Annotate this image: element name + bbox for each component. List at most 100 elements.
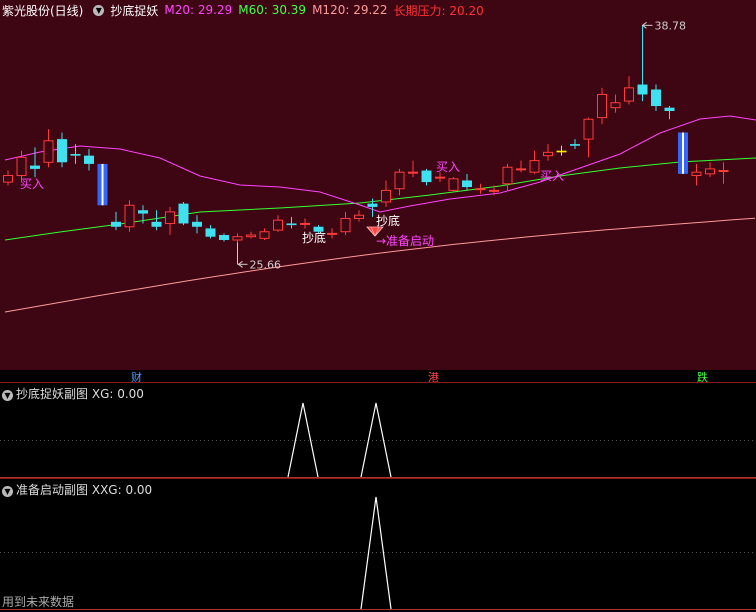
candle-highlight: [101, 163, 104, 206]
buy-signal-2: 买入: [436, 160, 460, 174]
candle: [381, 180, 391, 207]
candle-body: [273, 219, 283, 231]
candle-body: [489, 189, 499, 192]
candle: [192, 215, 202, 234]
ma120-line: [4, 217, 756, 313]
candle: [3, 170, 13, 186]
candle: [354, 210, 364, 222]
candle-body: [448, 178, 459, 191]
candle: [219, 233, 229, 242]
sub1-header: ▼ 抄底捉妖副图 XG: 0.00: [2, 385, 144, 402]
candle: [597, 87, 607, 125]
candle-body: [111, 221, 121, 227]
candle-body: [192, 221, 202, 227]
sub1-value: XG: 0.00: [91, 387, 144, 401]
m60-value: M60: 30.39: [238, 3, 307, 17]
ma20-line: [4, 115, 756, 213]
sub2-title[interactable]: 准备启动副图: [16, 483, 88, 497]
candle: [475, 183, 486, 194]
candle: [273, 215, 283, 232]
candle-body: [84, 155, 94, 164]
candle-body: [624, 87, 634, 102]
bottom-signal-2: 抄底: [376, 213, 400, 228]
candle-body: [259, 231, 270, 239]
candle-body: [394, 171, 405, 190]
candle-body: [543, 151, 553, 157]
candle: [610, 94, 621, 113]
candle: [637, 25, 648, 102]
candle-body: [502, 166, 513, 185]
candle: [394, 168, 405, 196]
candle: [705, 162, 715, 178]
candle-body: [205, 228, 216, 237]
sub1-settings-icon[interactable]: ▼: [2, 390, 13, 401]
candle-body: [246, 234, 256, 238]
candle: [718, 162, 729, 184]
main-chart-panel[interactable]: 38.78 25.66 买入 买入 买入 抄底 抄底 →准备启动 紫光股份(日线) ▼ 抄底捉…: [0, 0, 756, 370]
settings-icon[interactable]: ▼: [93, 4, 105, 16]
candle: [556, 145, 567, 156]
candle: [340, 211, 351, 236]
candle: [651, 84, 661, 111]
candle-body: [178, 203, 189, 224]
candle-body: [570, 144, 580, 146]
sub-panel-xg[interactable]: ▼ 抄底捉妖副图 XG: 0.00: [0, 383, 756, 479]
sub-panel-xxg[interactable]: ▼ 准备启动副图 XXG: 0.00: [0, 479, 756, 612]
chart-header: 紫光股份(日线) ▼ 抄底捉妖 M20: 29.29 M60: 30.39 M1…: [0, 0, 490, 20]
m120-value: M120: 29.22: [312, 3, 388, 17]
candle: [529, 150, 540, 174]
candle-body: [43, 140, 54, 163]
candle-body: [165, 211, 175, 224]
candle-body: [516, 168, 526, 171]
candlestick-chart[interactable]: 38.7825.66买入买入买入抄底抄底→准备启动: [0, 0, 756, 370]
candle-body: [3, 175, 13, 183]
candle-blue-signal: [97, 163, 108, 206]
candle: [543, 144, 553, 161]
candle-body: [57, 139, 67, 163]
candle-body: [664, 107, 675, 111]
sub1-title[interactable]: 抄底捉妖副图: [16, 387, 88, 401]
candle: [583, 117, 594, 158]
candle-body: [691, 171, 702, 176]
candle-blue-signal: [678, 132, 688, 174]
candle-body: [138, 210, 148, 214]
candle-body: [300, 222, 310, 225]
candle-body: [597, 93, 607, 119]
candle-body: [219, 235, 229, 240]
candle-body: [408, 171, 418, 174]
bottom-signal-1: 抄底: [302, 230, 326, 245]
candle-body: [462, 180, 472, 188]
candle-body: [529, 160, 540, 173]
candle: [286, 216, 297, 229]
candle: [178, 201, 189, 226]
candle-body: [718, 170, 729, 173]
candle: [664, 106, 675, 120]
sub2-settings-icon[interactable]: ▼: [2, 486, 13, 497]
candle-body: [340, 218, 351, 233]
footer-note: 用到未来数据: [2, 595, 75, 609]
candle: [57, 132, 67, 168]
m20-value: M20: 29.29: [164, 3, 233, 17]
candle-body: [705, 168, 715, 175]
candle: [462, 173, 472, 191]
candle-body: [637, 84, 648, 95]
candle-highlight: [682, 132, 684, 174]
candle: [300, 218, 310, 229]
sub2-header: ▼ 准备启动副图 XXG: 0.00: [2, 481, 152, 498]
candle-body: [232, 236, 243, 241]
candle: [43, 129, 54, 168]
candle-body: [327, 232, 337, 235]
candle: [408, 160, 418, 178]
candle: [502, 163, 513, 191]
candle: [246, 231, 256, 239]
long-pressure-value: 长期压力: 20.20: [393, 3, 484, 18]
candle-body: [556, 150, 567, 153]
candle: [421, 168, 432, 186]
candle: [111, 211, 121, 231]
candle-body: [16, 156, 27, 177]
candle: [327, 228, 337, 239]
candle: [165, 206, 175, 236]
candle: [84, 149, 94, 171]
candle-body: [610, 102, 621, 109]
indicator-name[interactable]: 抄底捉妖: [110, 2, 158, 19]
